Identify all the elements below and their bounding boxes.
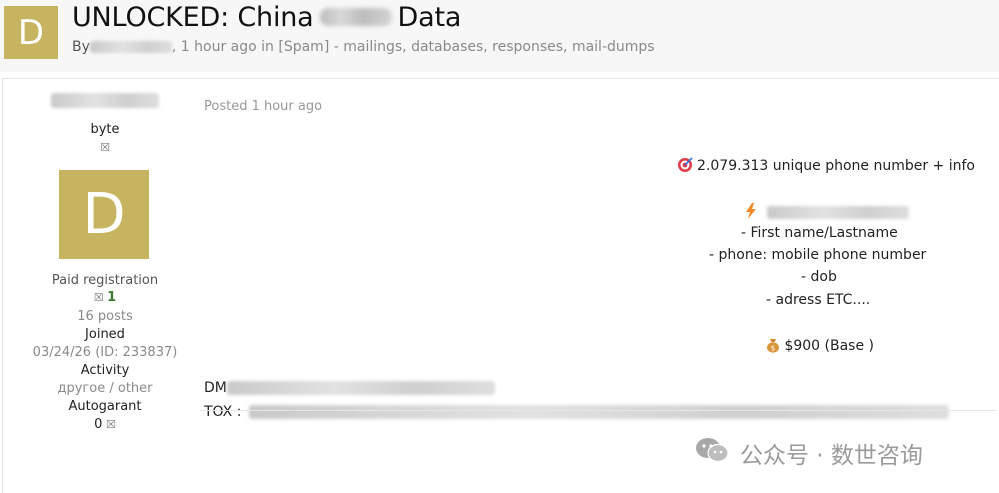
money-bag-icon: $	[766, 338, 784, 354]
redacted-author-link[interactable]	[89, 41, 172, 53]
thread-meta-text[interactable]: , 1 hour ago in [Spam] - mailings, datab…	[172, 39, 655, 55]
avatar-letter: D	[82, 182, 126, 247]
redacted-tox-id[interactable]	[248, 405, 949, 419]
redacted-dm-contact[interactable]	[226, 381, 495, 395]
user-group: Paid registration	[51, 273, 159, 288]
wechat-icon	[694, 436, 740, 470]
rank-badge-icon: ☒	[100, 141, 110, 154]
reputation-count: 1	[107, 290, 117, 305]
avatar-letter: D	[17, 12, 45, 53]
activity-label: Activity	[80, 363, 130, 378]
tox-row: TOX :	[204, 404, 949, 420]
autogarant-label: Autogarant	[68, 399, 142, 414]
user-sidebar: byte ☒ D Paid registration ☒ 1 16 posts …	[3, 79, 203, 493]
redacted-word	[319, 7, 392, 26]
joined-label: Joined	[85, 327, 125, 342]
field-line: - dob	[801, 269, 837, 285]
user-avatar[interactable]: D	[59, 170, 149, 259]
price-row: $ $900 (Base )	[766, 337, 874, 354]
thread-header: D UNLOCKED: China Data By , 1 hour ago in …	[0, 0, 999, 72]
post-divider	[200, 410, 997, 411]
lightning-icon	[745, 203, 761, 220]
redacted-username[interactable]	[51, 93, 159, 108]
user-reputation: ☒ 1	[3, 290, 207, 305]
title-suffix: Data	[397, 2, 462, 33]
target-icon	[677, 157, 697, 174]
dm-label: DM	[204, 380, 227, 396]
post-container: byte ☒ D Paid registration ☒ 1 16 posts …	[2, 78, 999, 493]
headline-row: 2.079.313 unique phone number + info	[677, 157, 975, 174]
thread-title: UNLOCKED: China Data	[72, 2, 461, 33]
thread-meta: By , 1 hour ago in [Spam] - mailings, dat…	[72, 39, 655, 55]
reputation-icon: ☒	[93, 291, 108, 304]
redacted-section-title	[767, 205, 910, 219]
activity-value: другое / other	[57, 381, 153, 396]
autogarant-icon: ☒	[102, 418, 116, 431]
field-line: - phone: mobile phone number	[709, 247, 927, 263]
tox-label: TOX :	[204, 404, 242, 420]
watermark-text: 公众号 · 数世咨询	[740, 443, 923, 469]
post-timestamp[interactable]: Posted 1 hour ago	[204, 99, 322, 114]
dm-row: DM	[204, 380, 495, 396]
by-label: By	[72, 39, 90, 55]
field-line: - adress ETC....	[766, 292, 871, 308]
headline-text: 2.079.313 unique phone number + info	[697, 158, 975, 174]
svg-text:$: $	[771, 345, 775, 353]
price-text: $900 (Base )	[784, 338, 874, 354]
field-line: - First name/Lastname	[741, 225, 898, 241]
section-title-row	[745, 203, 910, 220]
user-posts[interactable]: 16 posts	[3, 309, 207, 324]
author-avatar-small[interactable]: D	[4, 6, 58, 59]
user-rank: byte	[90, 122, 120, 137]
joined-value: 03/24/26 (ID: 233837)	[32, 345, 178, 360]
title-prefix: UNLOCKED: China	[72, 2, 314, 33]
watermark: 公众号 · 数世咨询	[694, 436, 923, 470]
autogarant-row: 0 ☒	[3, 417, 207, 432]
post-content: Posted 1 hour ago 2.079.313 unique phone…	[203, 79, 999, 493]
